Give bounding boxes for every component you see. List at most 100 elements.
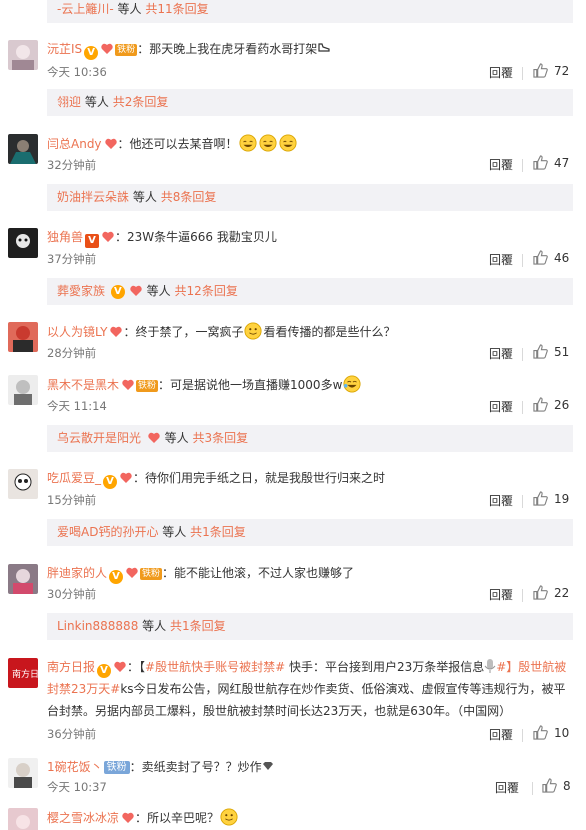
more-replies-link[interactable]: 共1条回复 bbox=[170, 619, 226, 633]
avatar[interactable] bbox=[8, 134, 38, 164]
verified-badge-icon: V bbox=[97, 664, 112, 678]
reply-button[interactable]: 回覆 bbox=[495, 779, 519, 796]
subthread-row[interactable]: 爱喝AD钙的孙开心 等人 共1条回复 bbox=[47, 519, 573, 546]
subthread-user[interactable]: -云上籬川- bbox=[57, 2, 114, 16]
reply-button[interactable]: 回覆 bbox=[489, 726, 513, 743]
subthread-row[interactable]: Linkin888888 等人 共1条回复 bbox=[47, 613, 573, 640]
more-replies-link[interactable]: 共3条回复 bbox=[193, 431, 249, 445]
comment-line: 1碗花饭丶 铁粉 ：卖纸卖封了号？？炒作 bbox=[47, 758, 577, 776]
more-replies-link[interactable]: 共1条回复 bbox=[190, 525, 246, 539]
others-label: 等人 bbox=[162, 525, 187, 539]
laughing-emoji-icon bbox=[259, 134, 277, 152]
subthread-row[interactable]: 乌云散开是阳光 等人 共3条回复 bbox=[47, 425, 573, 452]
subthread-user[interactable]: 爱喝AD钙的孙开心 bbox=[57, 525, 158, 539]
subthread-row[interactable]: 翎迎 等人 共2条回复 bbox=[47, 89, 573, 116]
more-replies-link[interactable]: 共11条回复 bbox=[145, 2, 208, 16]
thumbs-up-icon bbox=[533, 491, 548, 506]
subthread-row[interactable]: 葬愛家族 V 等人 共12条回复 bbox=[47, 278, 573, 305]
fan-badge-icon bbox=[120, 472, 132, 483]
others-label: 等人 bbox=[117, 2, 142, 16]
comment-time: 32分钟前 bbox=[47, 158, 97, 172]
like-button[interactable]: 46 bbox=[533, 250, 569, 265]
more-replies-link[interactable]: 共2条回复 bbox=[113, 95, 169, 109]
subthread-row[interactable]: -云上籬川- 等人 共11条回复 bbox=[47, 0, 573, 23]
subthread-user[interactable]: 葬愛家族 bbox=[57, 284, 105, 298]
avatar[interactable]: 南方日报 bbox=[8, 658, 38, 688]
like-button[interactable]: 8 bbox=[542, 778, 571, 793]
reply-button[interactable]: 回覆 bbox=[489, 345, 513, 362]
comment-text-cont: 看看传播的都是些什么？ bbox=[263, 325, 396, 339]
more-replies-link[interactable]: 共8条回复 bbox=[161, 190, 217, 204]
like-button[interactable]: 47 bbox=[533, 155, 569, 170]
comment-username[interactable]: 闫总Andy bbox=[47, 137, 102, 151]
like-button[interactable]: 19 bbox=[533, 491, 569, 506]
comment-text: ：他还可以去某音啊！ bbox=[117, 137, 238, 151]
reply-button[interactable]: 回覆 bbox=[489, 398, 513, 415]
fan-badge-icon bbox=[126, 567, 138, 578]
avatar[interactable] bbox=[8, 469, 38, 499]
avatar[interactable] bbox=[8, 228, 38, 258]
smiling-emoji-icon bbox=[220, 808, 238, 826]
avatar[interactable] bbox=[8, 322, 38, 352]
like-button[interactable]: 22 bbox=[533, 585, 569, 600]
comment-username[interactable]: 沅芷IS bbox=[47, 42, 82, 56]
fan-badge-icon bbox=[122, 812, 134, 823]
smiling-emoji-icon bbox=[244, 322, 263, 340]
subthread-user[interactable]: Linkin888888 bbox=[57, 619, 138, 633]
like-count: 22 bbox=[554, 585, 570, 600]
like-button[interactable]: 26 bbox=[533, 397, 569, 412]
reply-button[interactable]: 回覆 bbox=[489, 492, 513, 509]
reply-button[interactable]: 回覆 bbox=[489, 586, 513, 603]
like-button[interactable]: 72 bbox=[533, 63, 569, 78]
comment-line: 樱之雪冰冰凉 ：所以辛巴呢？ bbox=[47, 808, 577, 827]
comment-line: 沅芷IS V 铁粉 ：那天晚上我在虎牙看药水哥打架 bbox=[47, 40, 577, 60]
others-label: 等人 bbox=[164, 431, 189, 445]
like-button[interactable]: 10 bbox=[533, 725, 569, 740]
hashtag-link[interactable]: #殷世航快手账号被封禁# bbox=[145, 660, 285, 674]
reply-button[interactable]: 回覆 bbox=[489, 64, 513, 81]
laughing-emoji-icon bbox=[279, 134, 297, 152]
like-count: 72 bbox=[554, 63, 570, 78]
subthread-user[interactable]: 乌云散开是阳光 bbox=[57, 431, 141, 445]
like-count: 47 bbox=[554, 155, 570, 170]
like-count: 8 bbox=[563, 778, 571, 793]
comment-username[interactable]: 黑木不是黑木 bbox=[47, 378, 119, 392]
avatar[interactable] bbox=[8, 808, 38, 830]
more-replies-link[interactable]: 共12条回复 bbox=[175, 284, 238, 298]
comment-username[interactable]: 樱之雪冰冰凉 bbox=[47, 811, 119, 825]
subthread-row[interactable]: 奶油拌云朵誅 等人 共8条回复 bbox=[47, 184, 573, 211]
avatar[interactable] bbox=[8, 564, 38, 594]
comment-text: ：终于禁了，一窝疯子 bbox=[123, 325, 244, 339]
thumbs-up-icon bbox=[533, 155, 548, 170]
avatar[interactable] bbox=[8, 758, 38, 788]
fan-badge-icon bbox=[102, 231, 114, 242]
comment-text: ：【 bbox=[127, 660, 146, 674]
avatar[interactable] bbox=[8, 40, 38, 70]
comment-username[interactable]: 南方日报 bbox=[47, 660, 95, 674]
verified-badge-icon: V bbox=[84, 46, 99, 60]
divider bbox=[522, 589, 523, 602]
reply-button[interactable]: 回覆 bbox=[489, 251, 513, 268]
like-count: 51 bbox=[554, 344, 570, 359]
comment-username[interactable]: 1碗花饭丶 bbox=[47, 760, 103, 774]
subthread-user[interactable]: 奶油拌云朵誅 bbox=[57, 190, 129, 204]
tiefen-badge: 铁粉 bbox=[136, 380, 159, 392]
others-label: 等人 bbox=[84, 95, 109, 109]
comment-username[interactable]: 吃瓜爱豆_ bbox=[47, 471, 101, 485]
others-label: 等人 bbox=[146, 284, 171, 298]
fan-badge-icon bbox=[101, 43, 113, 54]
subthread-user[interactable]: 翎迎 bbox=[57, 95, 81, 109]
comment-username[interactable]: 胖迪家的人 bbox=[47, 566, 107, 580]
fan-badge-icon bbox=[148, 432, 160, 443]
comment-line: 胖迪家的人 V 铁粉 ：能不能让他滚，不过人家也赚够了 bbox=[47, 564, 577, 584]
divider bbox=[522, 348, 523, 361]
comment-text: ：卖纸卖封了号？？炒作 bbox=[129, 760, 262, 774]
microphone-icon bbox=[484, 659, 496, 673]
comment-username[interactable]: 以人为镜LY bbox=[47, 325, 107, 339]
avatar[interactable] bbox=[8, 375, 38, 405]
like-button[interactable]: 51 bbox=[533, 344, 569, 359]
comment-line: 吃瓜爱豆_ V ：待你们用完手纸之日，就是我殷世行归来之时 bbox=[47, 469, 577, 489]
divider bbox=[522, 67, 523, 80]
comment-username[interactable]: 独角兽 bbox=[47, 230, 83, 244]
reply-button[interactable]: 回覆 bbox=[489, 156, 513, 173]
